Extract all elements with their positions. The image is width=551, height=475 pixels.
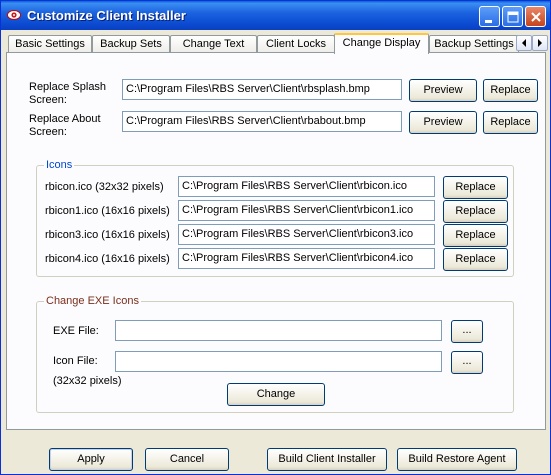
- app-eye-icon: [7, 9, 21, 21]
- icon-file-field[interactable]: [115, 351, 442, 372]
- build-restore-agent-button[interactable]: Build Restore Agent: [397, 448, 517, 471]
- maximize-button[interactable]: [502, 6, 523, 27]
- about-preview-button[interactable]: Preview: [409, 111, 477, 134]
- splash-replace-button[interactable]: Replace: [483, 79, 538, 102]
- maximize-icon: [507, 11, 519, 23]
- arrow-left-icon: [522, 39, 526, 47]
- title-bar[interactable]: Customize Client Installer: [1, 1, 550, 30]
- splash-screen-label: Replace Splash Screen:: [29, 81, 107, 106]
- exe-file-field[interactable]: [115, 320, 442, 341]
- close-button[interactable]: [525, 6, 546, 27]
- change-exe-icons-title: Change EXE Icons: [44, 295, 141, 307]
- close-icon: [531, 12, 541, 22]
- cancel-button[interactable]: Cancel: [145, 448, 229, 471]
- icon-row-label: rbicon1.ico (16x16 pixels): [45, 205, 170, 217]
- icons-group-title: Icons: [44, 159, 75, 171]
- icon-path-field[interactable]: C:\Program Files\RBS Server\Client\rbico…: [178, 248, 435, 269]
- window-title: Customize Client Installer: [27, 8, 186, 23]
- about-screen-label: Replace About Screen:: [29, 113, 101, 138]
- change-exe-icon-button[interactable]: Change: [227, 383, 325, 406]
- icon-path-field[interactable]: C:\Program Files\RBS Server\Client\rbico…: [178, 200, 435, 221]
- icon-row-label: rbicon.ico (32x32 pixels): [45, 181, 164, 193]
- icon-replace-button[interactable]: Replace: [443, 176, 508, 199]
- arrow-right-icon: [538, 39, 542, 47]
- about-replace-button[interactable]: Replace: [483, 111, 538, 134]
- splash-preview-button[interactable]: Preview: [409, 79, 477, 102]
- apply-button[interactable]: Apply: [49, 448, 133, 471]
- icon-row-label: rbicon3.ico (16x16 pixels): [45, 229, 170, 241]
- icon-row-label: rbicon4.ico (16x16 pixels): [45, 253, 170, 265]
- minimize-button[interactable]: [479, 6, 500, 27]
- tab-strip: Basic Settings Backup Sets Change Text C…: [6, 33, 548, 54]
- exe-browse-button[interactable]: ...: [451, 320, 483, 343]
- tab-scroll-left-button[interactable]: [516, 35, 532, 51]
- customize-client-installer-window: Customize Client Installer Basic Setting…: [0, 0, 551, 475]
- about-screen-path-field[interactable]: C:\Program Files\RBS Server\Client\rbabo…: [122, 111, 402, 132]
- icon-file-label: Icon File:: [53, 355, 98, 367]
- icon-replace-button[interactable]: Replace: [443, 248, 508, 271]
- build-client-installer-button[interactable]: Build Client Installer: [267, 448, 387, 471]
- icon-size-note: (32x32 pixels): [53, 375, 122, 387]
- icon-replace-button[interactable]: Replace: [443, 200, 508, 223]
- tab-scroll-right-button[interactable]: [532, 35, 548, 51]
- exe-file-label: EXE File:: [53, 325, 99, 337]
- icon-browse-button[interactable]: ...: [451, 351, 483, 374]
- minimize-icon: [485, 20, 492, 23]
- tab-change-display[interactable]: Change Display: [334, 33, 429, 54]
- icon-replace-button[interactable]: Replace: [443, 224, 508, 247]
- icon-path-field[interactable]: C:\Program Files\RBS Server\Client\rbico…: [178, 176, 435, 197]
- splash-screen-path-field[interactable]: C:\Program Files\RBS Server\Client\rbspl…: [122, 79, 402, 100]
- icon-path-field[interactable]: C:\Program Files\RBS Server\Client\rbico…: [178, 224, 435, 245]
